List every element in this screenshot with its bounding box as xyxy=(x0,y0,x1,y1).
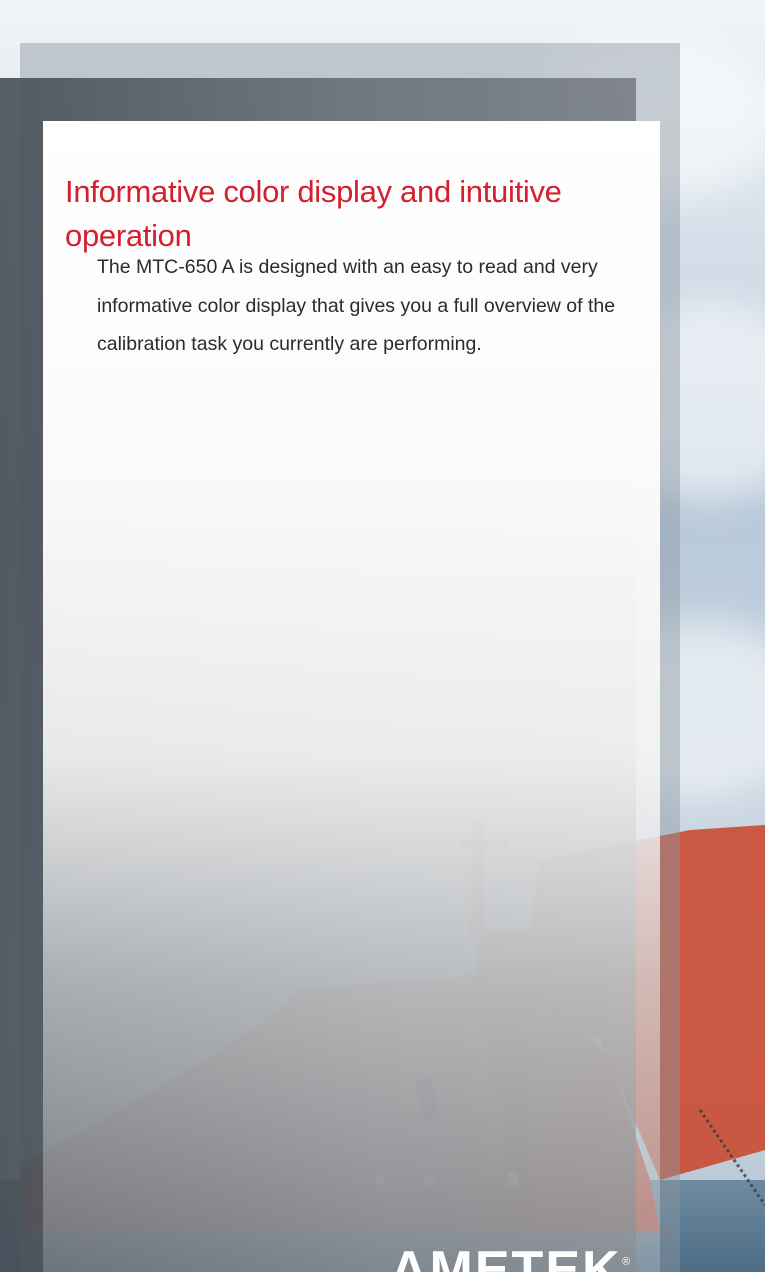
headline: Informative color display and intuitive … xyxy=(65,174,562,253)
registered-mark: ® xyxy=(622,1256,631,1268)
logo-text: AMETEK xyxy=(390,1244,620,1272)
body-paragraph: The MTC-650 A is designed with an easy t… xyxy=(97,256,616,355)
ametek-logo: AMETEK xyxy=(390,1244,620,1272)
